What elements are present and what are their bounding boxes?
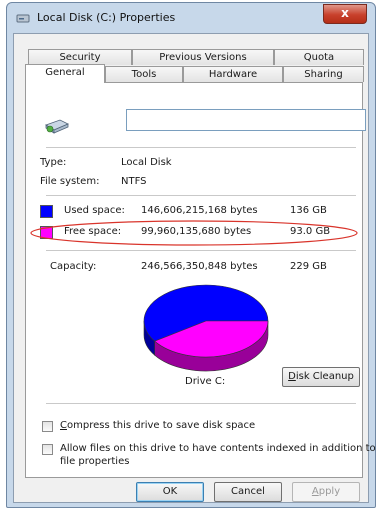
disk-usage-pie bbox=[143, 284, 269, 372]
used-space-bytes: 146,606,215,168 bytes bbox=[141, 205, 258, 216]
compress-checkbox[interactable] bbox=[42, 421, 53, 432]
tab-hardware-label: Hardware bbox=[208, 69, 258, 80]
general-panel: Type: Local Disk File system: NTFS Used … bbox=[25, 82, 376, 478]
type-value: Local Disk bbox=[121, 157, 172, 168]
cancel-button[interactable]: Cancel bbox=[214, 482, 282, 502]
index-label-line1: Allow files on this drive to have conten… bbox=[60, 443, 376, 454]
disk-cleanup-mnemonic: D bbox=[288, 371, 296, 382]
disk-cleanup-button[interactable]: Disk Cleanup bbox=[282, 367, 360, 387]
tab-previous-versions-label: Previous Versions bbox=[159, 52, 247, 63]
separator bbox=[46, 195, 356, 196]
tab-general-label: General bbox=[45, 67, 85, 78]
ok-label: OK bbox=[162, 486, 178, 497]
used-space-size: 136 GB bbox=[290, 205, 327, 216]
capacity-size: 229 GB bbox=[290, 261, 327, 272]
tab-quota-label: Quota bbox=[303, 52, 335, 63]
tab-previous-versions[interactable]: Previous Versions bbox=[132, 49, 274, 65]
tab-security-label: Security bbox=[59, 52, 101, 63]
window-title: Local Disk (C:) Properties bbox=[37, 11, 176, 24]
capacity-bytes: 246,566,350,848 bytes bbox=[141, 261, 258, 272]
index-checkbox[interactable] bbox=[42, 444, 53, 455]
compress-label: Compress this drive to save disk space bbox=[60, 420, 255, 431]
close-button[interactable]: x bbox=[323, 4, 367, 24]
compress-mnemonic: C bbox=[60, 420, 67, 431]
tab-sharing[interactable]: Sharing bbox=[283, 66, 364, 82]
separator bbox=[46, 403, 356, 404]
tab-quota[interactable]: Quota bbox=[274, 49, 364, 65]
drive-label: Drive C: bbox=[185, 376, 226, 387]
close-icon: x bbox=[341, 6, 349, 20]
compress-label-text: ompress this drive to save disk space bbox=[66, 420, 256, 431]
apply-label: pply bbox=[318, 486, 341, 497]
apply-mnemonic: A bbox=[311, 486, 319, 497]
dialog-client: Security Previous Versions Quota General… bbox=[13, 33, 376, 503]
file-system-label: File system: bbox=[40, 176, 100, 187]
tab-tools[interactable]: Tools bbox=[105, 66, 183, 82]
free-space-highlight bbox=[30, 220, 358, 246]
apply-button[interactable]: Apply bbox=[292, 482, 360, 502]
tab-tools-label: Tools bbox=[131, 69, 157, 80]
capacity-label: Capacity: bbox=[50, 261, 97, 272]
drive-title-icon bbox=[16, 14, 30, 23]
drive-name-input[interactable] bbox=[126, 109, 366, 131]
file-system-value: NTFS bbox=[121, 176, 147, 187]
cancel-label: Cancel bbox=[231, 486, 265, 497]
ok-button[interactable]: OK bbox=[136, 482, 204, 502]
title-bar[interactable]: Local Disk (C:) Properties x bbox=[7, 3, 375, 33]
tab-sharing-label: Sharing bbox=[304, 69, 343, 80]
tab-security[interactable]: Security bbox=[28, 49, 132, 65]
tab-hardware[interactable]: Hardware bbox=[183, 66, 283, 82]
tab-general[interactable]: General bbox=[25, 64, 105, 83]
index-label-line2: file properties bbox=[60, 456, 130, 467]
disk-cleanup-label: isk Cleanup bbox=[295, 371, 354, 382]
hard-drive-icon bbox=[45, 119, 69, 134]
properties-window: Local Disk (C:) Properties x Security Pr… bbox=[6, 2, 376, 508]
used-space-label: Used space: bbox=[64, 205, 125, 216]
separator bbox=[46, 147, 356, 148]
separator bbox=[46, 250, 356, 251]
type-label: Type: bbox=[40, 157, 67, 168]
